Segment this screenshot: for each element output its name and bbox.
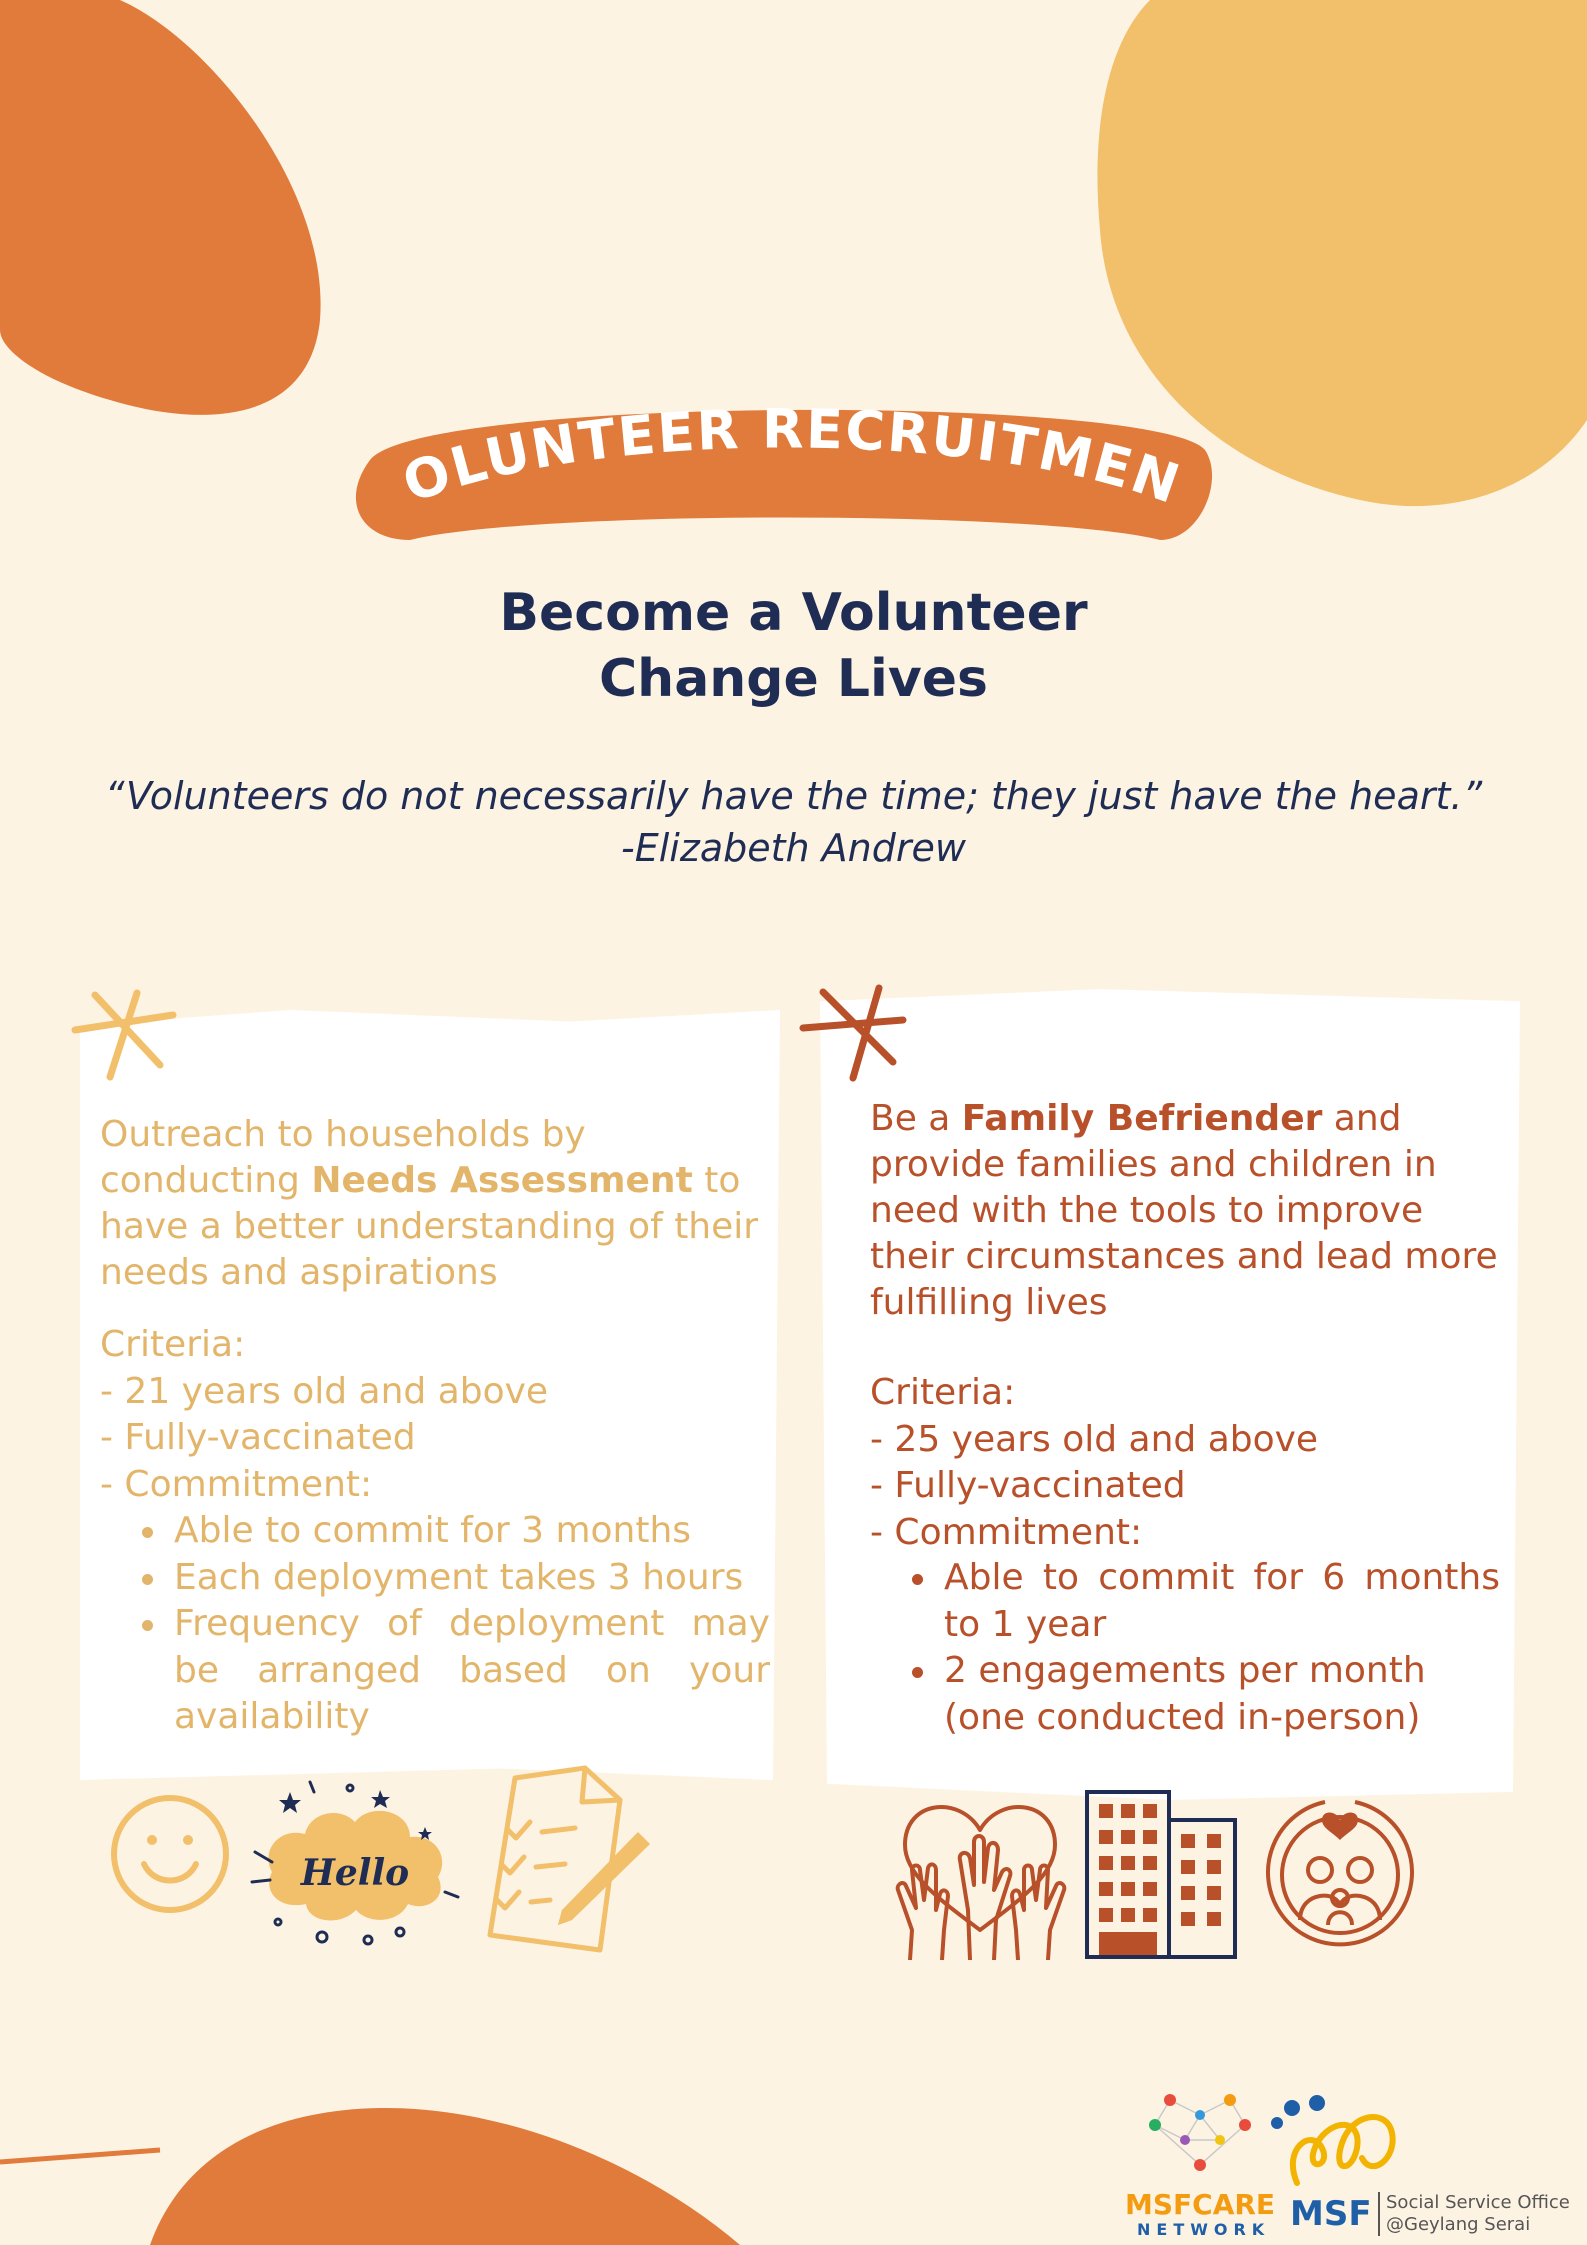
right-criteria-item: - 25 years old and above (870, 1418, 1319, 1460)
buildings-icon (1085, 1790, 1237, 1959)
left-criteria-item: - 21 years old and above (100, 1370, 549, 1412)
right-commitment-item: 2 engagements per month (one conducted i… (912, 1648, 1500, 1741)
needs-assessment-highlight: Needs Assessment (311, 1160, 693, 1201)
left-criteria: Criteria: - 21 years old and above - Ful… (100, 1322, 548, 1508)
sso-logo-text: Social Service Office @Geylang Serai (1386, 2192, 1570, 2236)
needs-assessment-intro: Outreach to households by conducting Nee… (100, 1114, 759, 1293)
msf-people-logo-icon (1271, 2095, 1396, 2186)
logo-divider (1378, 2192, 1380, 2236)
right-commitment-list: Able to commit for 6 months to 1 year 2 … (912, 1555, 1500, 1741)
left-criteria-item: - Commitment: (100, 1463, 373, 1505)
sso-line1: Social Service Office (1386, 2192, 1570, 2213)
star-asterisk-icon (799, 984, 907, 1082)
msf-care-logo-line1: MSFCARE (1125, 2188, 1276, 2221)
right-criteria: Criteria: - 25 years old and above - Ful… (870, 1370, 1318, 1556)
orange-leaf-blob-bottom (0, 2107, 740, 2245)
family-befriender-intro: Be a Family Befriender and provide famil… (870, 1098, 1498, 1323)
checklist-pen-icon (487, 1765, 650, 1953)
quote-text: “Volunteers do not necessarily have the … (104, 774, 1483, 818)
family-heart-icon (1266, 1800, 1414, 1947)
right-criteria-item: - Fully-vaccinated (870, 1465, 1186, 1506)
smiley-face-icon (111, 1795, 229, 1913)
left-criteria-item: - Fully-vaccinated (100, 1417, 416, 1458)
left-criteria-title: Criteria: (100, 1324, 246, 1365)
banner-title-text: VOLUNTEER RECRUITMENT (340, 390, 1187, 516)
left-commitment-list: Able to commit for 3 months Each deploym… (142, 1508, 770, 1741)
left-commitment-item: Each deployment takes 3 hours (142, 1555, 770, 1602)
svg-text:VOLUNTEER RECRUITMENT: VOLUNTEER RECRUITMENT (340, 390, 1189, 516)
orange-leaf-blob-top-left (0, 0, 321, 415)
raised-hands-heart-icon (895, 1805, 1067, 1960)
msf-logo-label: MSF (1290, 2194, 1372, 2234)
hello-text: Hello (300, 1852, 409, 1894)
banner-title: VOLUNTEER RECRUITMENT (340, 390, 1189, 516)
star-asterisk-icon (71, 989, 177, 1081)
hello-cloud-icon: Hello (250, 1780, 460, 1946)
right-commitment-item: Able to commit for 6 months to 1 year (912, 1555, 1500, 1648)
sso-line2: @Geylang Serai (1386, 2214, 1531, 2235)
title-banner: VOLUNTEER RECRUITMENT (340, 390, 1230, 550)
right-criteria-title: Criteria: (870, 1372, 1016, 1413)
headline-line2: Change Lives (599, 649, 988, 709)
right-criteria-item: - Commitment: (870, 1511, 1143, 1553)
headline-line1: Become a Volunteer (499, 583, 1088, 643)
quote-author: -Elizabeth Andrew (621, 826, 966, 870)
msf-care-network-heart-logo-icon (1149, 2094, 1251, 2171)
family-befriender-highlight: Family Befriender (961, 1098, 1323, 1139)
msf-care-logo-line2: NETWORK (1137, 2220, 1271, 2239)
left-commitment-item: Frequency of deployment may be arranged … (142, 1601, 770, 1741)
left-commitment-item: Able to commit for 3 months (142, 1508, 770, 1555)
